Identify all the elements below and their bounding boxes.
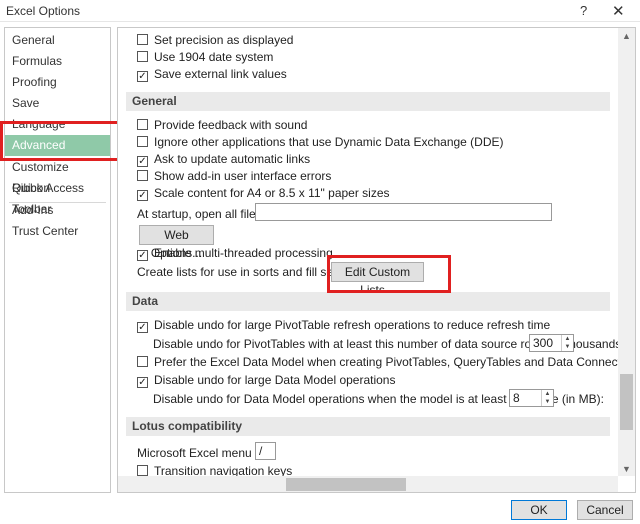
sidebar-item-language[interactable]: Language	[5, 114, 110, 135]
hscroll-thumb[interactable]	[286, 478, 406, 491]
window-title: Excel Options	[6, 4, 81, 18]
sidebar-item-customize-ribbon[interactable]: Customize Ribbon	[5, 157, 110, 195]
sidebar-item-save[interactable]: Save	[5, 93, 110, 114]
option-prefer-data-model[interactable]: Prefer the Excel Data Model when creatin…	[137, 354, 635, 370]
checkbox-checked[interactable]: ✓	[137, 322, 148, 333]
advanced-options-panel: Set precision as displayed Use 1904 date…	[117, 27, 636, 493]
options-sidebar: General Formulas Proofing Save Language …	[4, 27, 111, 493]
pivot-rows-spinner[interactable]: 300 ▲ ▼	[529, 334, 574, 352]
checkbox[interactable]	[137, 34, 148, 45]
section-header-general: General	[126, 92, 610, 111]
option-provide-feedback[interactable]: Provide feedback with sound	[137, 117, 307, 133]
checkbox[interactable]	[137, 119, 148, 130]
sidebar-item-formulas[interactable]: Formulas	[5, 51, 110, 72]
option-ignore-dde[interactable]: Ignore other applications that use Dynam…	[137, 134, 504, 150]
sidebar-item-general[interactable]: General	[5, 30, 110, 51]
model-size-spinner[interactable]: 8 ▲ ▼	[509, 389, 554, 407]
sidebar-item-proofing[interactable]: Proofing	[5, 72, 110, 93]
edit-custom-lists-button[interactable]: Edit Custom Lists...	[331, 262, 424, 297]
sidebar-item-quick-access-toolbar[interactable]: Quick Access Toolbar	[5, 178, 110, 216]
checkbox-checked[interactable]: ✓	[137, 377, 148, 388]
cancel-button[interactable]: Cancel	[577, 500, 633, 520]
sidebar-item-add-ins[interactable]: Add-Ins	[5, 200, 110, 221]
vertical-scrollbar[interactable]: ▲ ▼	[618, 28, 635, 476]
section-header-lotus: Lotus compatibility	[126, 417, 610, 436]
checkbox-checked[interactable]: ✓	[137, 71, 148, 82]
ok-button[interactable]: OK	[511, 500, 567, 520]
checkbox[interactable]	[137, 356, 148, 367]
option-multithreaded[interactable]: ✓ Enable multi-threaded processing	[137, 245, 333, 261]
checkbox-checked[interactable]: ✓	[137, 156, 148, 167]
checkbox[interactable]	[137, 170, 148, 181]
section-header-data: Data	[126, 292, 610, 311]
web-options-button[interactable]: Web Options...	[139, 225, 214, 260]
sidebar-item-advanced[interactable]: Advanced	[5, 135, 110, 156]
option-use-1904[interactable]: Use 1904 date system	[137, 49, 273, 65]
horizontal-scrollbar[interactable]	[118, 476, 618, 492]
option-show-addin-errors[interactable]: Show add-in user interface errors	[137, 168, 331, 184]
menu-key-input[interactable]: /	[255, 442, 276, 460]
option-disable-undo-model[interactable]: ✓ Disable undo for large Data Model opera…	[137, 372, 395, 388]
help-icon[interactable]: ?	[580, 3, 587, 18]
scroll-down-icon[interactable]: ▼	[622, 464, 631, 474]
title-bar: Excel Options ? ✕	[0, 0, 640, 22]
checkbox[interactable]	[137, 465, 148, 476]
option-save-external-links[interactable]: ✓ Save external link values	[137, 66, 287, 82]
spinner-arrows-icon[interactable]: ▲ ▼	[541, 390, 553, 406]
checkbox-checked[interactable]: ✓	[137, 250, 148, 261]
scroll-up-icon[interactable]: ▲	[622, 31, 631, 41]
spinner-arrows-icon[interactable]: ▲ ▼	[561, 335, 573, 351]
startup-folder-input[interactable]	[255, 203, 552, 221]
scroll-thumb[interactable]	[620, 374, 633, 430]
option-disable-undo-pivot[interactable]: ✓ Disable undo for large PivotTable refre…	[137, 317, 550, 333]
checkbox-checked[interactable]: ✓	[137, 190, 148, 201]
close-icon[interactable]: ✕	[612, 2, 625, 20]
option-scale-content[interactable]: ✓ Scale content for A4 or 8.5 x 11" paper…	[137, 185, 390, 201]
option-set-precision[interactable]: Set precision as displayed	[137, 32, 293, 48]
option-ask-update-links[interactable]: ✓ Ask to update automatic links	[137, 151, 310, 167]
checkbox[interactable]	[137, 136, 148, 147]
sidebar-item-trust-center[interactable]: Trust Center	[5, 221, 110, 242]
checkbox[interactable]	[137, 51, 148, 62]
